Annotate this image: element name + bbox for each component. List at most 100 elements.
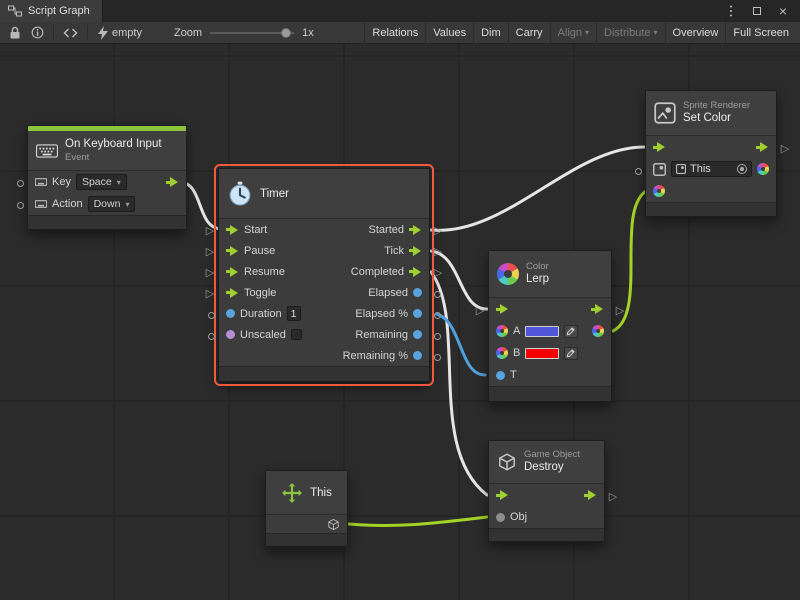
- flow-in-port[interactable]: [226, 225, 239, 235]
- flow-out-port[interactable]: [584, 490, 597, 500]
- zoom-slider[interactable]: [210, 32, 294, 34]
- color-in-port[interactable]: [653, 185, 665, 197]
- gameobject-out-port[interactable]: [327, 518, 340, 531]
- flow-out-port[interactable]: [409, 225, 422, 235]
- node-this[interactable]: This: [265, 470, 348, 547]
- overview-button[interactable]: Overview: [665, 22, 726, 44]
- port-label: Resume: [244, 266, 285, 278]
- fullscreen-button[interactable]: Full Screen: [725, 22, 796, 44]
- flow-in-port[interactable]: [226, 288, 239, 298]
- wire-this-to-obj[interactable]: [338, 517, 487, 525]
- eyedropper-icon[interactable]: [564, 325, 578, 338]
- values-button[interactable]: Values: [425, 22, 473, 44]
- value-port[interactable]: [431, 330, 443, 342]
- value-out-port[interactable]: [413, 288, 422, 297]
- color-swatch-a[interactable]: [525, 326, 559, 337]
- color-swatch-b[interactable]: [525, 348, 559, 359]
- duration-input[interactable]: 1: [287, 306, 301, 321]
- wire-elapsed-to-t[interactable]: [436, 314, 485, 375]
- node-on-keyboard-input[interactable]: On Keyboard Input Event Key Space: [27, 125, 187, 230]
- flow-in-port[interactable]: [496, 304, 509, 314]
- code-view-icon[interactable]: [58, 22, 83, 44]
- info-icon[interactable]: [26, 22, 49, 44]
- graph-canvas[interactable]: On Keyboard Input Event Key Space: [0, 44, 800, 600]
- action-dropdown[interactable]: Down: [88, 196, 136, 212]
- object-in-port[interactable]: [496, 513, 505, 522]
- value-port[interactable]: [632, 165, 644, 177]
- trigger-port[interactable]: [432, 266, 444, 278]
- flow-out-port[interactable]: [409, 267, 422, 277]
- flow-out-port[interactable]: [591, 304, 604, 314]
- color-out-port[interactable]: [757, 163, 769, 175]
- key-dropdown[interactable]: Space: [76, 174, 127, 190]
- node-title: This: [310, 487, 332, 499]
- lock-icon[interactable]: [4, 22, 26, 44]
- node-footer: [266, 533, 347, 546]
- value-out-port[interactable]: [413, 330, 422, 339]
- value-port[interactable]: [205, 330, 217, 342]
- value-out-port[interactable]: [413, 351, 422, 360]
- trigger-port[interactable]: [204, 266, 216, 278]
- target-object-field[interactable]: This: [671, 161, 752, 177]
- value-port[interactable]: [431, 351, 443, 363]
- value-port[interactable]: [431, 288, 443, 300]
- window-controls: [724, 0, 800, 22]
- flow-in-port[interactable]: [653, 142, 666, 152]
- node-header[interactable]: Game Object Destroy: [489, 441, 604, 484]
- eyedropper-icon[interactable]: [564, 347, 578, 360]
- node-header[interactable]: This: [266, 471, 347, 514]
- flow-out-port[interactable]: [756, 142, 769, 152]
- node-header[interactable]: Color Lerp: [489, 251, 611, 298]
- node-timer[interactable]: Timer Start Started Pause Tick Resume Co…: [218, 168, 430, 382]
- value-port[interactable]: [431, 309, 443, 321]
- value-in-port[interactable]: [226, 309, 235, 318]
- flow-in-port[interactable]: [226, 267, 239, 277]
- value-port[interactable]: [205, 309, 217, 321]
- timer-row: Remaining %: [219, 345, 429, 366]
- trigger-port[interactable]: [204, 287, 216, 299]
- carry-button[interactable]: Carry: [508, 22, 550, 44]
- value-in-port[interactable]: [496, 371, 505, 380]
- port-label: Obj: [510, 511, 527, 523]
- dim-button[interactable]: Dim: [473, 22, 508, 44]
- trigger-port[interactable]: [432, 224, 444, 236]
- trigger-port[interactable]: [204, 224, 216, 236]
- node-color-lerp[interactable]: Color Lerp A: [488, 250, 612, 402]
- close-icon[interactable]: [776, 4, 790, 18]
- flow-in-port[interactable]: [496, 490, 509, 500]
- node-footer: [219, 366, 429, 381]
- trigger-port[interactable]: [204, 245, 216, 257]
- value-out-port[interactable]: [413, 309, 422, 318]
- node-set-color[interactable]: Sprite Renderer Set Color: [645, 90, 777, 217]
- trigger-port[interactable]: [607, 490, 619, 502]
- node-destroy[interactable]: Game Object Destroy Obj: [488, 440, 605, 542]
- trigger-port[interactable]: [474, 304, 486, 316]
- flow-out-port[interactable]: [409, 246, 422, 256]
- node-header[interactable]: On Keyboard Input Event: [28, 131, 186, 171]
- trigger-port[interactable]: [779, 142, 791, 154]
- value-port[interactable]: [14, 199, 26, 211]
- node-header[interactable]: Timer: [219, 169, 429, 219]
- wire-started-to-setcolor[interactable]: [431, 147, 644, 230]
- color-in-port[interactable]: [496, 347, 508, 359]
- object-picker-icon[interactable]: [737, 164, 747, 174]
- port-label: A: [513, 325, 520, 337]
- unscaled-checkbox[interactable]: [291, 329, 302, 340]
- trigger-port[interactable]: [614, 304, 626, 316]
- node-header[interactable]: Sprite Renderer Set Color: [646, 91, 776, 136]
- relations-button[interactable]: Relations: [364, 22, 425, 44]
- zoom-slider-handle[interactable]: [281, 28, 291, 38]
- color-in-port[interactable]: [496, 325, 508, 337]
- flow-out-port[interactable]: [166, 177, 179, 187]
- color-out-port[interactable]: [592, 325, 604, 337]
- value-port[interactable]: [14, 177, 26, 189]
- wire-tick-to-lerp[interactable]: [431, 251, 487, 309]
- distribute-dropdown[interactable]: Distribute: [596, 22, 664, 44]
- maximize-icon[interactable]: [750, 4, 764, 18]
- flow-in-port[interactable]: [226, 246, 239, 256]
- tab-script-graph[interactable]: Script Graph: [0, 0, 103, 22]
- align-dropdown[interactable]: Align: [550, 22, 596, 44]
- bool-in-port[interactable]: [226, 330, 235, 339]
- trigger-port[interactable]: [432, 245, 444, 257]
- window-menu-icon[interactable]: [724, 4, 738, 18]
